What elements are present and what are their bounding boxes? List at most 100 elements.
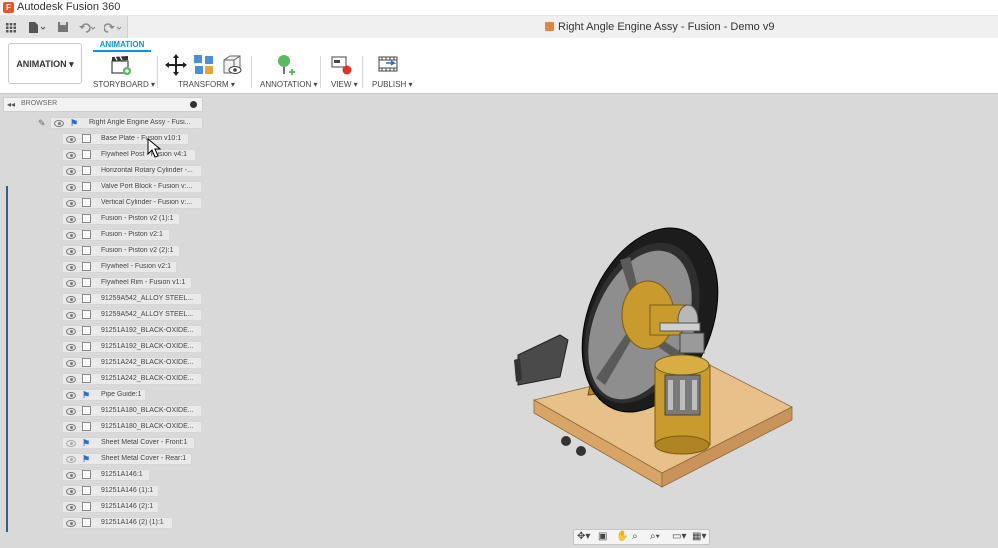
visibility-eye-icon[interactable] [66,344,76,351]
browser-item-label: 91251A180_BLACK-OXIDE... [101,407,194,414]
browser-item[interactable]: Valve Port Block - Fusion v:... [62,181,202,193]
visibility-eye-icon[interactable] [66,488,76,495]
visibility-eye-icon[interactable] [66,504,76,511]
browser-item[interactable]: Fusion - Piston v2 (2):1 [62,245,180,257]
browser-item[interactable]: 91251A242_BLACK-OXIDE... [62,373,202,385]
navigation-bar: ✥▾ ▣ ✋ ⌕ ⌕▾ ▭▾ ▦▾ [573,529,710,545]
component-icon [82,262,91,271]
toolbar-divider [362,56,363,88]
browser-item[interactable]: ⚑ Pipe Guide:1 [62,389,146,401]
visibility-eye-icon[interactable] [66,424,76,431]
visibility-eye-icon[interactable] [66,264,76,271]
browser-item[interactable]: 91259A542_ALLOY STEEL... [62,309,202,321]
browser-item[interactable]: Fusion - Piston v2 (1):1 [62,213,180,225]
undo-icon[interactable] [78,19,98,35]
transform-group-label[interactable]: TRANSFORM ▾ [178,80,235,89]
browser-item[interactable]: 91251A146 (2) (1):1 [62,517,173,529]
browser-item-label: Vertical Cylinder - Fusion v:... [101,199,193,206]
component-icon [82,518,91,527]
browser-item-label: Flywheel - Fusion v2:1 [101,263,172,270]
browser-item[interactable]: 91259A542_ALLOY STEEL... [62,293,202,305]
browser-item[interactable]: Fusion - Piston v2:1 [62,229,170,241]
auto-explode-icon[interactable] [193,54,215,76]
visibility-eye-icon[interactable] [66,280,76,287]
tab-animation[interactable]: ANIMATION [93,39,151,52]
visibility-eye-icon[interactable] [66,152,76,159]
browser-item[interactable]: 91251A192_BLACK-OXIDE... [62,341,202,353]
zoom-icon[interactable]: ⌕▾ [650,531,660,542]
browser-item-label: Horizontal Rotary Cylinder -... [101,167,193,174]
component-icon [82,502,91,511]
browser-item-label: 91251A146 (2) (1):1 [101,519,164,526]
visibility-eye-icon[interactable] [66,408,76,415]
visibility-eye-icon[interactable] [66,296,76,303]
browser-item[interactable]: ⚑ Sheet Metal Cover - Front:1 [62,437,195,449]
visibility-eye-icon[interactable] [66,360,76,367]
visibility-eye-icon[interactable] [66,456,76,463]
browser-item[interactable]: 91251A146:1 [62,469,150,481]
grid-settings-icon[interactable]: ▦▾ [692,531,706,542]
show-hide-icon[interactable] [221,54,243,76]
browser-item[interactable]: Flywheel Post - Fusion v4:1 [62,149,196,161]
redo-icon[interactable] [104,19,124,35]
browser-item[interactable]: Base Plate - Fusion v10:1 [62,133,189,145]
publish-group-label[interactable]: PUBLISH ▾ [372,80,412,89]
visibility-eye-icon[interactable] [66,200,76,207]
look-at-icon[interactable]: ▣ [598,531,607,542]
annotation-group-label[interactable]: ANNOTATION ▾ [260,80,318,89]
component-icon [82,166,91,175]
file-menu-icon[interactable] [27,19,47,35]
visibility-eye-icon[interactable] [66,472,76,479]
browser-scrollbar[interactable] [6,186,8,532]
browser-collapse-icon[interactable]: ◂◂ [7,100,15,109]
component-icon [82,310,91,319]
browser-root-node[interactable]: ⚑ Right Angle Engine Assy - Fusi... [50,117,203,129]
pan-icon[interactable]: ✋ [616,531,628,542]
browser-item[interactable]: 91251A146 (2):1 [62,501,159,513]
browser-minimize-icon[interactable] [190,101,197,108]
visibility-eye-icon[interactable] [66,248,76,255]
visibility-eye-icon[interactable] [66,312,76,319]
visibility-eye-icon[interactable] [66,520,76,527]
browser-item[interactable]: 91251A180_BLACK-OXIDE... [62,405,202,417]
document-tab-title[interactable]: Right Angle Engine Assy - Fusion - Demo … [558,20,774,34]
move-icon[interactable] [165,54,187,76]
browser-item-label: 91251A146 (2):1 [101,503,154,510]
visibility-eye-icon[interactable] [66,440,76,447]
browser-item[interactable]: 91251A242_BLACK-OXIDE... [62,357,202,369]
component-icon [82,406,91,415]
browser-item[interactable]: Vertical Cylinder - Fusion v:... [62,197,202,209]
browser-item[interactable]: ⚑ Sheet Metal Cover - Rear:1 [62,453,192,465]
browser-item[interactable]: Flywheel - Fusion v2:1 [62,261,177,273]
browser-item[interactable]: Flywheel Rim - Fusion v1:1 [62,277,192,289]
callout-icon[interactable] [274,54,296,76]
browser-item[interactable]: 91251A180_BLACK-OXIDE... [62,421,202,433]
visibility-eye-icon[interactable] [54,120,64,127]
workspace-switcher[interactable]: ANIMATION ▾ [8,43,82,84]
visibility-eye-icon[interactable] [66,232,76,239]
data-panel-grid-icon[interactable] [5,19,17,35]
save-icon[interactable] [57,19,69,35]
visibility-eye-icon[interactable] [66,168,76,175]
visibility-eye-icon[interactable] [66,392,76,399]
assembly-icon: ⚑ [82,454,91,464]
browser-item[interactable]: 91251A146 (1):1 [62,485,159,497]
new-storyboard-icon[interactable] [110,54,132,76]
visibility-eye-icon[interactable] [66,216,76,223]
browser-item[interactable]: 91251A192_BLACK-OXIDE... [62,325,202,337]
browser-item[interactable]: Horizontal Rotary Cylinder -... [62,165,202,177]
zoom-window-icon[interactable]: ⌕ [632,531,638,542]
view-group-label[interactable]: VIEW ▾ [331,80,358,89]
display-settings-icon[interactable]: ▭▾ [672,531,686,542]
browser-header: ◂◂ BROWSER [3,97,203,112]
engine-assembly-model[interactable] [500,215,800,505]
publish-video-icon[interactable] [378,54,400,76]
orbit-icon[interactable]: ✥▾ [577,531,590,542]
record-view-icon[interactable] [331,54,353,76]
storyboard-group-label[interactable]: STORYBOARD ▾ [93,80,155,89]
visibility-eye-icon[interactable] [66,184,76,191]
visibility-eye-icon[interactable] [66,376,76,383]
pencil-edit-icon[interactable]: ✎ [38,118,46,129]
visibility-eye-icon[interactable] [66,328,76,335]
visibility-eye-icon[interactable] [66,136,76,143]
